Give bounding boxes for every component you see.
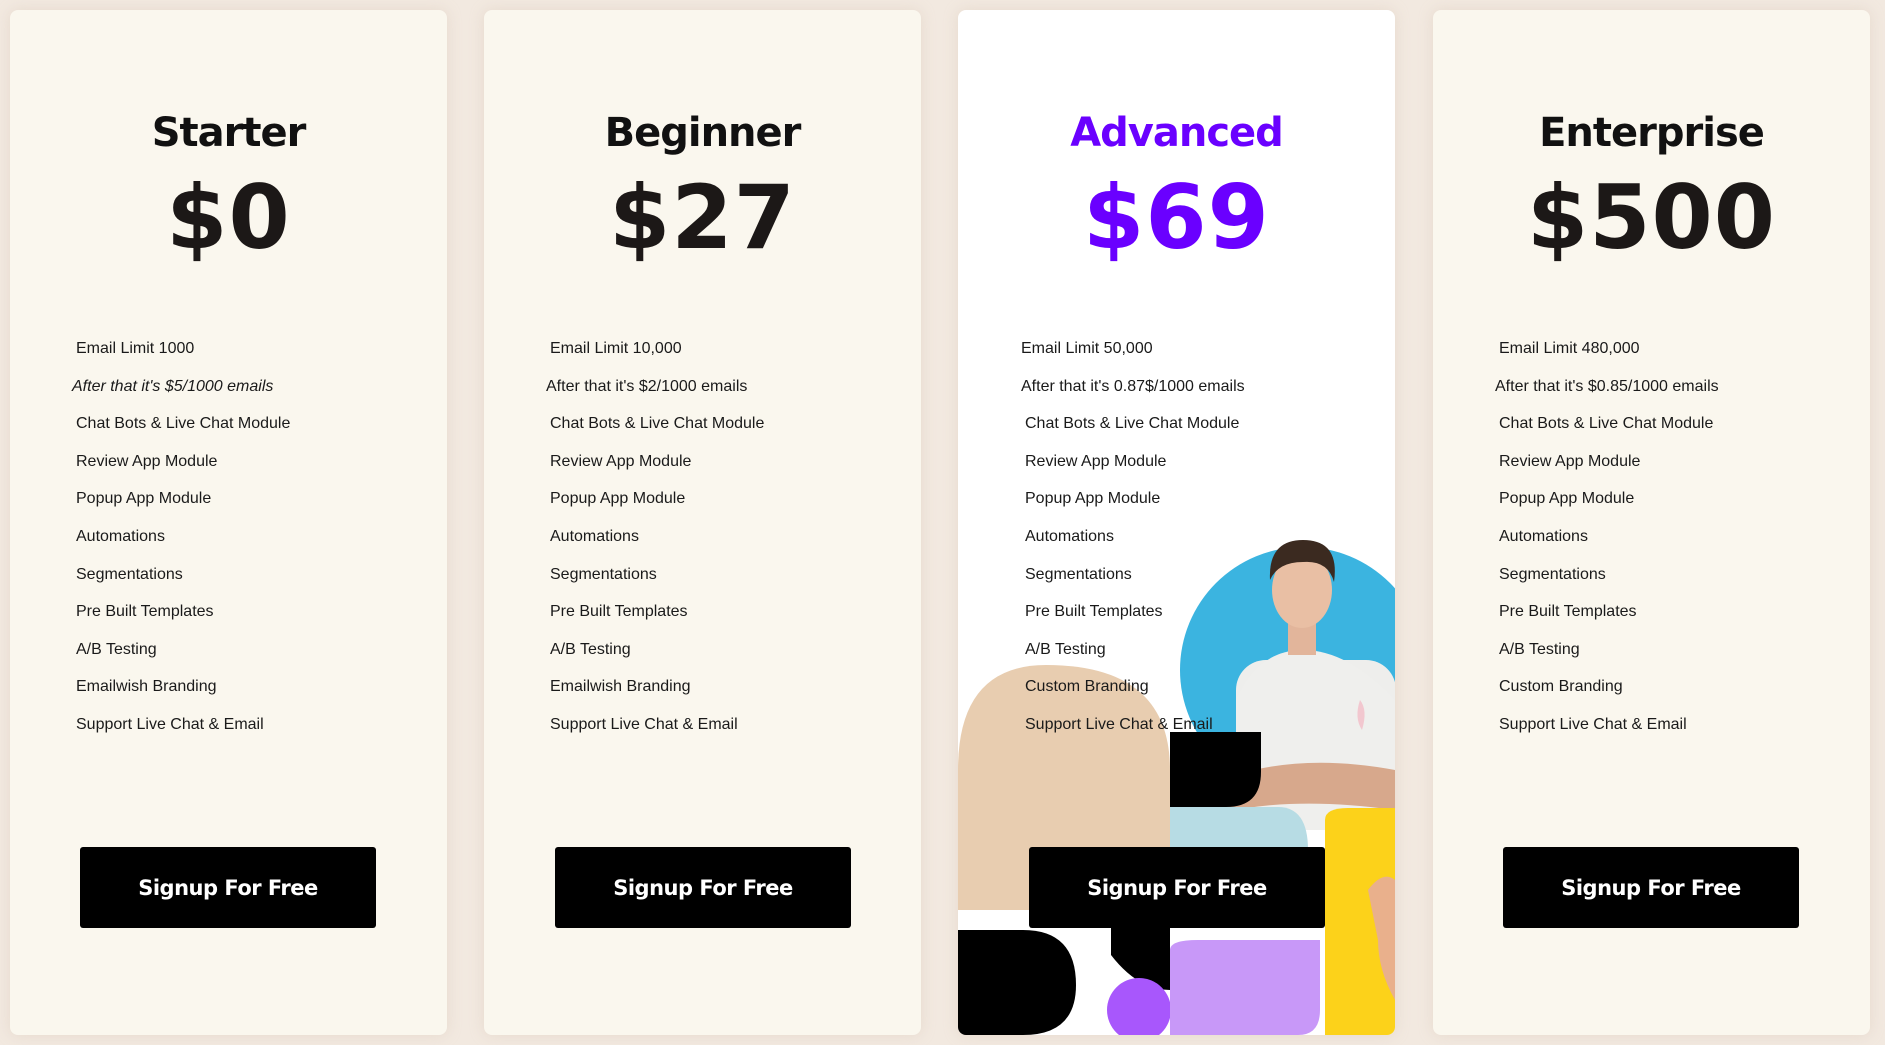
feature-item: Email Limit 1000 [76, 340, 195, 357]
feature-item: Automations [550, 527, 639, 545]
plan-price: $27 [609, 166, 796, 269]
feature-item: Chat Bots & Live Chat Module [1499, 415, 1714, 433]
plan-title: Beginner [604, 110, 802, 156]
feature-item: Pre Built Templates [76, 603, 214, 621]
feature-item: Custom Branding [1499, 678, 1623, 696]
plan-price: $0 [166, 166, 291, 269]
feature-item: Support Live Chat & Email [1499, 715, 1687, 733]
feature-item: Automations [76, 527, 165, 545]
feature-item: Popup App Module [1499, 490, 1635, 508]
feature-item: Popup App Module [76, 490, 212, 508]
feature-item: Pre Built Templates [550, 603, 688, 621]
feature-item: Review App Module [1025, 452, 1167, 470]
signup-button-starter[interactable]: Signup For Free [80, 847, 376, 928]
signup-button-enterprise[interactable]: Signup For Free [1503, 847, 1799, 928]
feature-item: A/B Testing [1499, 640, 1580, 658]
collage-black-circle [958, 930, 1076, 1035]
feature-item: Popup App Module [550, 490, 686, 508]
feature-item: Segmentations [1499, 565, 1606, 583]
feature-item: Emailwish Branding [550, 678, 691, 696]
feature-item: Automations [1025, 527, 1114, 545]
feature-item: Chat Bots & Live Chat Module [1025, 415, 1240, 433]
feature-item: A/B Testing [550, 640, 631, 658]
feature-item-overage: After that it's $2/1000 emails [546, 377, 748, 395]
feature-list: Email Limit 1000 After that it's $5/1000… [72, 330, 291, 744]
plan-price: $500 [1527, 166, 1776, 269]
feature-item: Custom Branding [1025, 678, 1149, 696]
plan-price: $69 [1083, 166, 1270, 269]
feature-item: Chat Bots & Live Chat Module [76, 415, 291, 433]
plan-title: Advanced [1070, 110, 1284, 156]
signup-button-advanced[interactable]: Signup For Free [1029, 847, 1325, 928]
collage-lilac-shape [1170, 940, 1320, 1035]
plan-title: Starter [151, 110, 307, 156]
feature-item: Support Live Chat & Email [76, 715, 264, 733]
feature-item-overage: After that it's 0.87$/1000 emails [1021, 377, 1245, 395]
feature-item: Review App Module [76, 452, 218, 470]
feature-item: Pre Built Templates [1499, 603, 1637, 621]
feature-item: Email Limit 480,000 [1499, 340, 1640, 357]
feature-item-overage: After that it's $5/1000 emails [72, 377, 274, 395]
feature-item-overage: After that it's $0.85/1000 emails [1495, 377, 1719, 395]
feature-item: Review App Module [1499, 452, 1641, 470]
feature-item: A/B Testing [76, 640, 157, 658]
feature-item: Emailwish Branding [76, 678, 217, 696]
feature-item: Pre Built Templates [1025, 603, 1163, 621]
feature-list: Email Limit 480,000 After that it's $0.8… [1495, 330, 1719, 744]
feature-item: Support Live Chat & Email [550, 715, 738, 733]
feature-list: Email Limit 10,000 After that it's $2/10… [546, 330, 765, 744]
feature-item: Review App Module [550, 452, 692, 470]
feature-item: Chat Bots & Live Chat Module [550, 415, 765, 433]
feature-item: Automations [1499, 527, 1588, 545]
plan-card-advanced: Advanced $69 Email Limit 50,000 After th… [958, 10, 1395, 1035]
feature-item: Support Live Chat & Email [1025, 715, 1213, 733]
feature-item: Segmentations [550, 565, 657, 583]
feature-item: Segmentations [1025, 565, 1132, 583]
feature-list: Email Limit 50,000 After that it's 0.87$… [1021, 330, 1245, 744]
feature-item: Segmentations [76, 565, 183, 583]
plan-card-enterprise: Enterprise $500 Email Limit 480,000 Afte… [1433, 10, 1870, 1035]
plan-card-starter: Starter $0 Email Limit 1000 After that i… [10, 10, 447, 1035]
feature-item: Email Limit 10,000 [550, 340, 682, 357]
plan-title: Enterprise [1539, 110, 1765, 156]
plan-card-beginner: Beginner $27 Email Limit 10,000 After th… [484, 10, 921, 1035]
signup-button-beginner[interactable]: Signup For Free [555, 847, 851, 928]
feature-item: Popup App Module [1025, 490, 1161, 508]
feature-item: Email Limit 50,000 [1021, 340, 1153, 357]
feature-item: A/B Testing [1025, 640, 1106, 658]
